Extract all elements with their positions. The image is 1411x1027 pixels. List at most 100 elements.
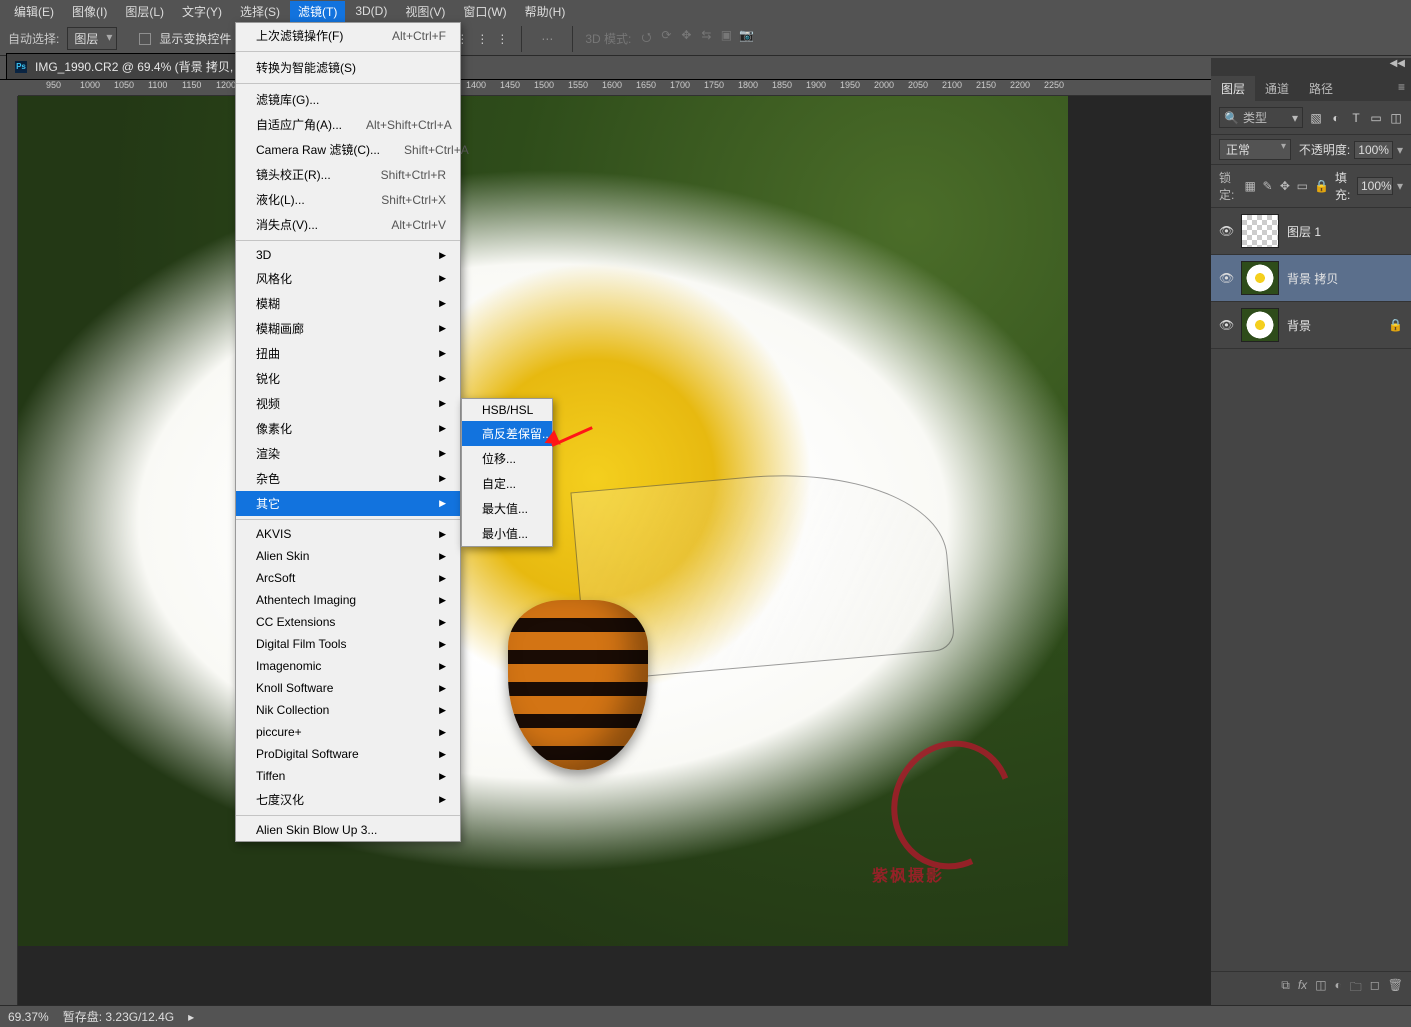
layer-name[interactable]: 背景 拷贝 [1287, 270, 1338, 287]
filters-menu[interactable]: 上次滤镜操作(F)Alt+Ctrl+F 转换为智能滤镜(S) 滤镜库(G)...自适… [235, 22, 461, 842]
filter-adjust-icon[interactable]: ◐ [1329, 111, 1343, 125]
filter-pixel-icon[interactable]: ▧ [1309, 111, 1323, 125]
zoom-value[interactable]: 69.37% [8, 1010, 49, 1024]
menu-row[interactable]: 渲染▶ [236, 441, 460, 466]
layer-row[interactable]: 👁背景🔒 [1211, 302, 1411, 349]
menu-row[interactable]: 滤镜库(G)... [236, 87, 460, 112]
opacity-value[interactable]: 100% [1354, 141, 1393, 159]
menu-item[interactable]: 图层(L) [117, 1, 172, 22]
filters-other-submenu[interactable]: HSB/HSL高反差保留...位移...自定...最大值...最小值... [461, 398, 553, 547]
new-layer-icon[interactable]: ◻ [1370, 978, 1380, 999]
submenu-row[interactable]: 最大值... [462, 496, 552, 521]
menu-row[interactable]: 转换为智能滤镜(S) [236, 55, 460, 80]
orbit-3d-icon[interactable]: ⟳ [659, 28, 673, 49]
menu-row[interactable]: piccure+▶ [236, 721, 460, 743]
layer-name[interactable]: 图层 1 [1287, 223, 1321, 240]
pan-3d-icon[interactable]: ✥ [679, 28, 693, 49]
filter-smart-icon[interactable]: ◫ [1389, 111, 1403, 125]
submenu-row[interactable]: 自定... [462, 471, 552, 496]
layer-row[interactable]: 👁 背景 拷贝 [1211, 255, 1411, 302]
menu-row[interactable]: 其它▶ [236, 491, 460, 516]
layer-filter-kind[interactable]: 🔍 类型 ▾ [1219, 107, 1303, 128]
slide-3d-icon[interactable]: ⇆ [699, 28, 713, 49]
menu-row[interactable]: 消失点(V)...Alt+Ctrl+V [236, 212, 460, 237]
canvas[interactable]: 紫枫摄影 [18, 96, 1211, 1005]
scale-3d-icon[interactable]: ▣ [719, 28, 733, 49]
layer-fx-icon[interactable]: fx [1298, 978, 1307, 999]
menu-row[interactable]: Alien Skin Blow Up 3... [236, 819, 460, 841]
menu-row[interactable]: 扭曲▶ [236, 341, 460, 366]
layer-thumbnail[interactable] [1241, 261, 1279, 295]
menu-row[interactable]: 七度汉化▶ [236, 787, 460, 812]
lock-pixels-icon[interactable]: ▦ [1244, 178, 1255, 194]
menu-row[interactable]: 锐化▶ [236, 366, 460, 391]
menu-item[interactable]: 视图(V) [397, 1, 453, 22]
menu-row[interactable]: Imagenomic▶ [236, 655, 460, 677]
overflow-icon[interactable]: ⋯ [534, 26, 560, 52]
filter-shape-icon[interactable]: ▭ [1369, 111, 1383, 125]
panel-tab[interactable]: 图层 [1211, 76, 1255, 101]
menu-row[interactable]: 视频▶ [236, 391, 460, 416]
menu-item[interactable]: 滤镜(T) [290, 1, 345, 22]
submenu-row[interactable]: 最小值... [462, 521, 552, 546]
status-chevron-icon[interactable]: ▸ [188, 1010, 194, 1024]
lock-all-icon[interactable]: 🔒 [1314, 178, 1329, 194]
menu-row[interactable]: Tiffen▶ [236, 765, 460, 787]
menu-row[interactable]: Nik Collection▶ [236, 699, 460, 721]
adjustment-layer-icon[interactable]: ◐ [1335, 978, 1342, 999]
lock-artboard-icon[interactable]: ▭ [1297, 178, 1308, 194]
menu-row[interactable]: Alien Skin▶ [236, 545, 460, 567]
blend-mode-dropdown[interactable]: 正常 [1219, 139, 1291, 160]
menu-row[interactable]: 模糊画廊▶ [236, 316, 460, 341]
layer-row[interactable]: 👁 图层 1 [1211, 208, 1411, 255]
distribute-icon[interactable]: ⋮ [495, 32, 509, 46]
menu-row[interactable]: 自适应广角(A)...Alt+Shift+Ctrl+A [236, 112, 460, 137]
layer-name[interactable]: 背景 [1287, 317, 1311, 334]
menu-row[interactable]: 风格化▶ [236, 266, 460, 291]
menu-row[interactable]: Camera Raw 滤镜(C)...Shift+Ctrl+A [236, 137, 460, 162]
show-transform-checkbox[interactable] [139, 33, 151, 45]
orbit-3d-icon[interactable]: ⭯ [639, 28, 653, 49]
layer-mask-icon[interactable]: ◫ [1315, 978, 1326, 999]
menu-row[interactable]: 液化(L)...Shift+Ctrl+X [236, 187, 460, 212]
filter-type-icon[interactable]: T [1349, 111, 1363, 125]
distribute-icon[interactable]: ⋮ [475, 32, 489, 46]
menu-row[interactable]: CC Extensions▶ [236, 611, 460, 633]
panel-menu-icon[interactable]: ≡ [1398, 80, 1405, 97]
camera-3d-icon[interactable]: 📷 [739, 28, 753, 49]
menu-row[interactable]: ProDigital Software▶ [236, 743, 460, 765]
auto-select-dropdown[interactable]: 图层 [67, 27, 117, 50]
menu-row[interactable]: ArcSoft▶ [236, 567, 460, 589]
visibility-eye-icon[interactable]: 👁 [1219, 318, 1233, 332]
panel-tab[interactable]: 路径 [1299, 76, 1343, 101]
fill-value[interactable]: 100% [1357, 177, 1393, 195]
chevron-down-icon[interactable]: ▾ [1397, 179, 1403, 193]
menu-row[interactable]: 杂色▶ [236, 466, 460, 491]
submenu-row[interactable]: 高反差保留... [462, 421, 552, 446]
menu-item[interactable]: 3D(D) [347, 2, 395, 20]
layer-thumbnail[interactable] [1241, 214, 1279, 248]
layer-group-icon[interactable]: 🗀 [1350, 978, 1362, 999]
menu-item[interactable]: 编辑(E) [6, 1, 62, 22]
menu-row[interactable]: AKVIS▶ [236, 523, 460, 545]
link-layers-icon[interactable]: ⧉ [1281, 978, 1290, 999]
panel-collapse-strip[interactable]: ◀◀ [1211, 58, 1411, 76]
menu-item[interactable]: 选择(S) [232, 1, 288, 22]
chevron-down-icon[interactable]: ▾ [1397, 143, 1403, 157]
visibility-eye-icon[interactable]: 👁 [1219, 271, 1233, 285]
menu-item[interactable]: 窗口(W) [455, 1, 514, 22]
menu-item[interactable]: 文字(Y) [174, 1, 230, 22]
menu-row[interactable]: 模糊▶ [236, 291, 460, 316]
submenu-row[interactable]: 位移... [462, 446, 552, 471]
menu-item[interactable]: 图像(I) [64, 1, 115, 22]
delete-layer-icon[interactable]: 🗑 [1388, 978, 1403, 999]
menu-row[interactable]: 3D▶ [236, 244, 460, 266]
submenu-row[interactable]: HSB/HSL [462, 399, 552, 421]
panel-tab[interactable]: 通道 [1255, 76, 1299, 101]
visibility-eye-icon[interactable]: 👁 [1219, 224, 1233, 238]
menu-row[interactable]: 上次滤镜操作(F)Alt+Ctrl+F [236, 23, 460, 48]
layer-thumbnail[interactable] [1241, 308, 1279, 342]
menu-row[interactable]: 镜头校正(R)...Shift+Ctrl+R [236, 162, 460, 187]
lock-position-icon[interactable]: ✥ [1279, 178, 1290, 194]
menu-row[interactable]: Digital Film Tools▶ [236, 633, 460, 655]
